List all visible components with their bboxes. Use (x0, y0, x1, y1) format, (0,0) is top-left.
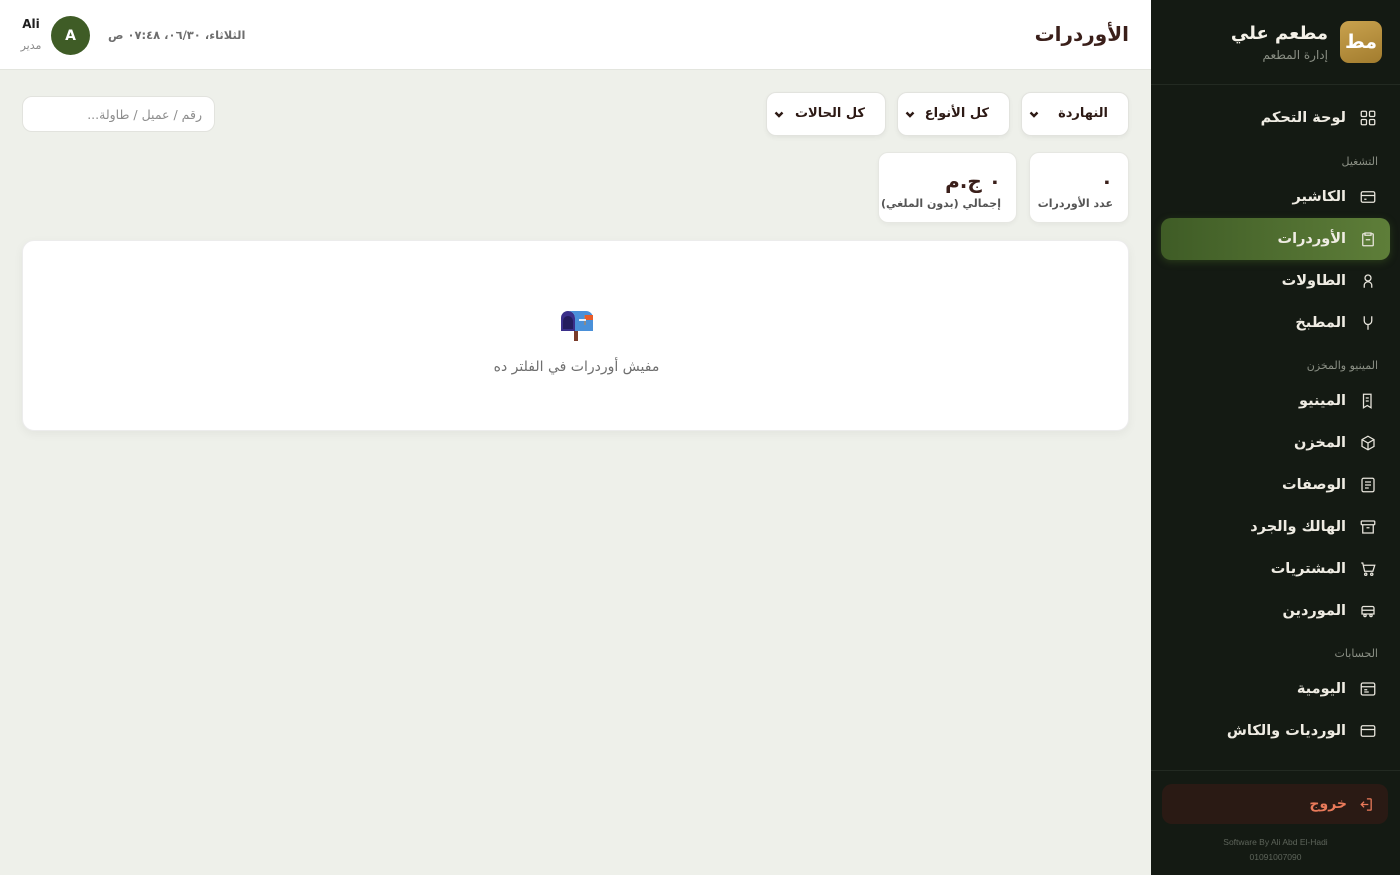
credit-phone: 01091007090 (1249, 852, 1302, 862)
sidebar-item-label: المطبخ (1295, 315, 1346, 331)
sidebar-item-shifts-cash[interactable]: الورديات والكاش (1161, 710, 1390, 752)
sidebar-item-cashier[interactable]: الكاشير (1161, 176, 1390, 218)
truck-icon (1358, 601, 1378, 621)
brand-subtitle: إدارة المطعم (1262, 47, 1328, 62)
section-operation: التشغيل (1341, 155, 1379, 168)
credit: Software By Ali Abd El-Hadi 01091007090 (1151, 835, 1400, 865)
sidebar-item-menu[interactable]: المينيو (1161, 380, 1390, 422)
sidebar-item-label: اليومية (1296, 681, 1346, 697)
orders-count-label: عدد الأوردرات (1037, 197, 1113, 210)
brand-name: مطعم علي (1230, 22, 1328, 44)
sidebar-item-label: لوحة التحكم (1260, 110, 1346, 126)
journal-icon (1358, 679, 1378, 699)
status-select-value: كل الحالات (794, 106, 865, 121)
menu-icon (1358, 391, 1378, 411)
sidebar-nav: لوحة التحكم التشغيل الكاشير الأوردرات ال… (1151, 86, 1400, 770)
topbar: الأوردرات الثلاثاء، ٠٦/٣٠، ٠٧:٤٨ ص A Ali… (0, 0, 1151, 70)
sidebar-item-label: المشتريات (1270, 561, 1346, 577)
recipes-icon (1358, 475, 1378, 495)
sidebar-item-orders[interactable]: الأوردرات (1161, 218, 1390, 260)
sidebar-item-recipes[interactable]: الوصفات (1161, 464, 1390, 506)
sidebar-item-label: الموردين (1282, 603, 1346, 619)
sidebar-item-dashboard[interactable]: لوحة التحكم (1161, 97, 1390, 139)
avatar[interactable]: A (51, 16, 90, 55)
sidebar-item-label: الهالك والجرد (1250, 519, 1346, 535)
kitchen-icon (1358, 313, 1378, 333)
section-accounts: الحسابات (1334, 647, 1378, 660)
sidebar-item-label: المينيو (1299, 393, 1346, 409)
sidebar-item-suppliers[interactable]: الموردين (1161, 590, 1390, 632)
archive-icon (1358, 517, 1378, 537)
chevron-down-icon (1028, 108, 1040, 120)
empty-message: مفيش أوردرات في الفلتر ده (493, 359, 660, 375)
orders-count-card: ٠ عدد الأوردرات (1029, 152, 1129, 223)
sidebar-footer: خروج Software By Ali Abd El-Hadi 0109100… (1151, 770, 1400, 875)
box-icon (1358, 433, 1378, 453)
search-input[interactable] (22, 96, 215, 132)
sidebar-item-label: الوصفات (1282, 477, 1346, 493)
chevron-down-icon (904, 108, 916, 120)
type-select-value: كل الأنواع (924, 106, 989, 121)
dashboard-icon (1358, 108, 1378, 128)
cashier-icon (1358, 187, 1378, 207)
status-select[interactable]: كل الحالات (766, 92, 886, 136)
period-select-value: النهاردة (1058, 106, 1108, 121)
sidebar-item-purchases[interactable]: المشتريات (1161, 548, 1390, 590)
sidebar: مط مطعم علي إدارة المطعم لوحة التحكم الت… (1151, 0, 1400, 875)
logout-button[interactable]: خروج (1162, 784, 1388, 824)
logout-icon (1360, 797, 1372, 811)
datetime: الثلاثاء، ٠٦/٣٠، ٠٧:٤٨ ص (108, 28, 246, 42)
chevron-down-icon (773, 108, 785, 120)
brand: مط مطعم علي إدارة المطعم (1151, 0, 1400, 85)
sidebar-item-stock[interactable]: المخزن (1161, 422, 1390, 464)
period-select[interactable]: النهاردة (1021, 92, 1129, 136)
total-value: ٠ ج.م (945, 169, 1001, 193)
mailbox-icon (558, 309, 596, 343)
orders-icon (1358, 229, 1378, 249)
section-menu-stock: المينيو والمخزن (1306, 359, 1378, 372)
cart-icon (1358, 559, 1378, 579)
card-icon (1358, 721, 1378, 741)
sidebar-item-journal[interactable]: اليومية (1161, 668, 1390, 710)
sidebar-item-tables[interactable]: الطاولات (1161, 260, 1390, 302)
sidebar-item-label: الأوردرات (1277, 231, 1346, 247)
user-role: مدير (20, 39, 42, 52)
tables-icon (1358, 271, 1378, 291)
orders-count-value: ٠ (1100, 169, 1113, 193)
total-card: ٠ ج.م إجمالي (بدون الملغي) (878, 152, 1017, 223)
sidebar-item-waste-inventory[interactable]: الهالك والجرد (1161, 506, 1390, 548)
sidebar-item-kitchen[interactable]: المطبخ (1161, 302, 1390, 344)
total-label: إجمالي (بدون الملغي) (881, 197, 1001, 210)
brand-logo: مط (1340, 21, 1382, 63)
sidebar-item-label: الورديات والكاش (1226, 723, 1346, 739)
sidebar-item-label: المخزن (1294, 435, 1346, 451)
logout-label: خروج (1309, 796, 1347, 812)
user-name: Ali (22, 17, 40, 31)
sidebar-item-label: الطاولات (1281, 273, 1346, 289)
sidebar-item-label: الكاشير (1292, 189, 1347, 205)
type-select[interactable]: كل الأنواع (897, 92, 1010, 136)
credit-author: Software By Ali Abd El-Hadi (1223, 837, 1328, 847)
orders-panel: مفيش أوردرات في الفلتر ده (22, 240, 1129, 431)
page-title: الأوردرات (1034, 22, 1129, 46)
